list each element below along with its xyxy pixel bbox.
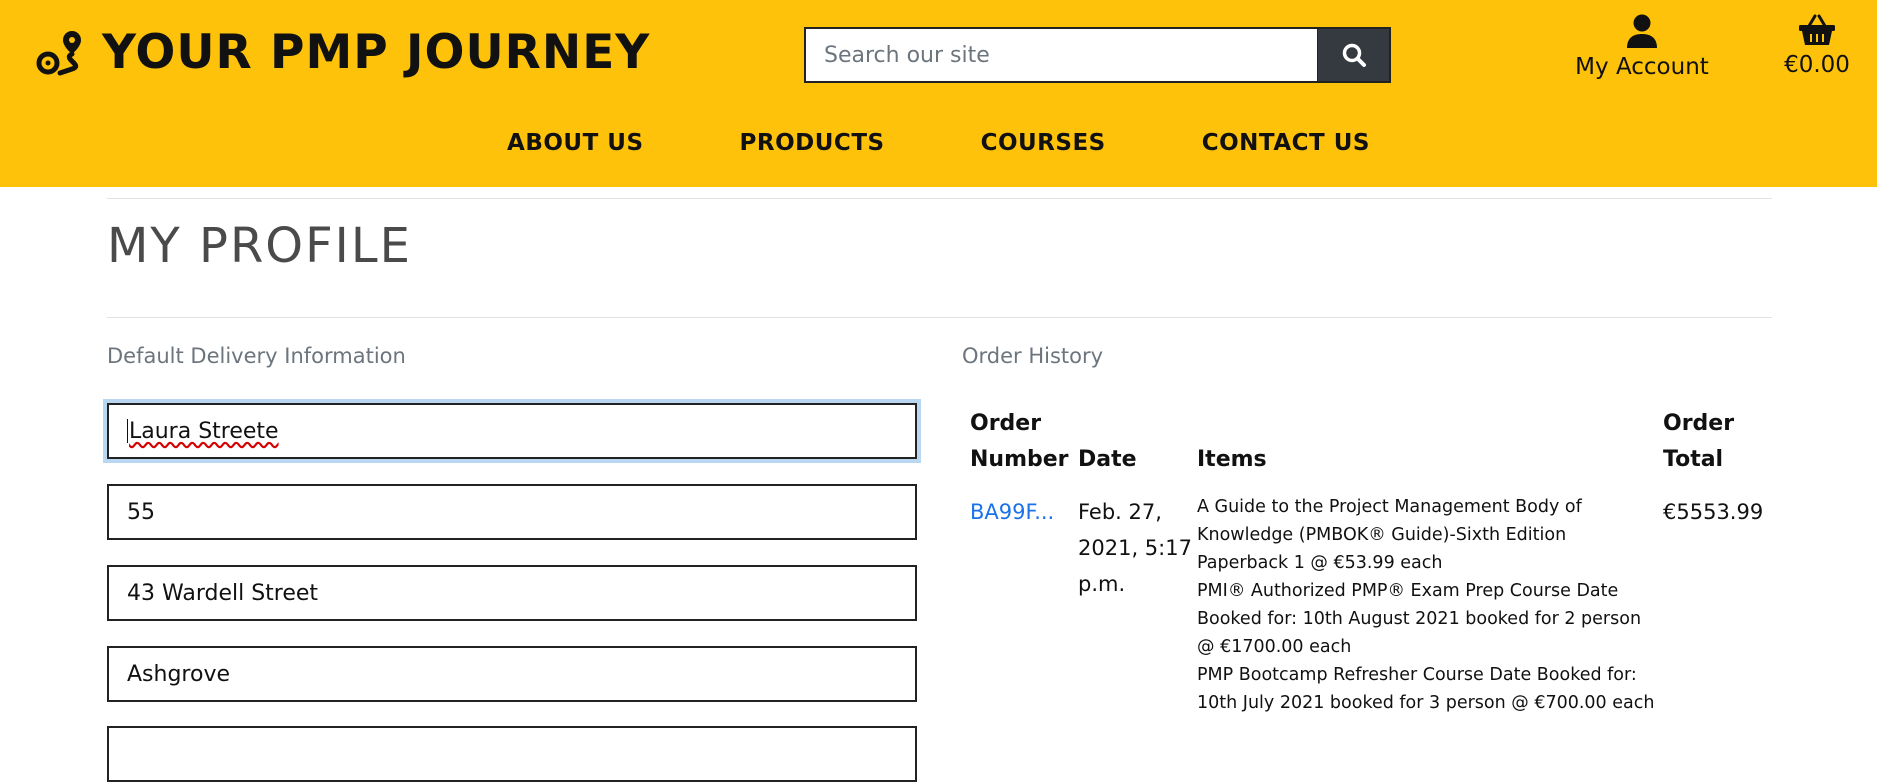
brand-logo[interactable]: YOUR PMP JOURNEY [36, 24, 650, 80]
site-header: YOUR PMP JOURNEY My Account €0.00 ABO [0, 0, 1877, 187]
order-date-line3: p.m. [1078, 572, 1126, 596]
nav-item-courses[interactable]: COURSES [981, 130, 1106, 156]
nav-item-about-us[interactable]: ABOUT US [507, 130, 644, 156]
search-bar [804, 27, 1391, 83]
route-icon [36, 31, 81, 76]
col-order-total-line2: Total [1663, 447, 1724, 472]
brand-name: YOUR PMP JOURNEY [102, 24, 651, 80]
search-input[interactable] [806, 29, 1317, 81]
phone-number-field[interactable] [107, 484, 917, 540]
main-nav: ABOUT US PRODUCTS COURSES CONTACT US [0, 118, 1877, 168]
table-row: BA99F... [970, 494, 1054, 530]
full-name-field[interactable]: Laura Streete [107, 403, 917, 459]
next-field[interactable] [107, 726, 917, 782]
col-order-number: Order Number [970, 406, 1069, 478]
full-name-value: Laura Streete [129, 418, 279, 444]
nav-item-products[interactable]: PRODUCTS [740, 130, 885, 156]
street-address-field[interactable] [107, 565, 917, 621]
order-item-line: PMP Bootcamp Refresher Course Date Booke… [1197, 665, 1637, 685]
search-icon [1342, 43, 1366, 67]
order-items: A Guide to the Project Management Body o… [1197, 493, 1657, 717]
col-order-number-line2: Number [970, 447, 1069, 472]
order-date-line1: Feb. 27, [1078, 500, 1162, 524]
order-item-line: A Guide to the Project Management Body o… [1197, 497, 1582, 517]
cart-total: €0.00 [1784, 52, 1850, 78]
order-item-line: Booked for: 10th August 2021 booked for … [1197, 609, 1642, 629]
order-total: €5553.99 [1663, 500, 1764, 524]
title-divider [107, 317, 1772, 318]
order-item-line: PMI® Authorized PMP® Exam Prep Course Da… [1197, 581, 1619, 601]
col-order-total-line1: Order [1663, 411, 1735, 436]
cart-link[interactable]: €0.00 [1762, 14, 1872, 78]
order-item-line: @ €1700.00 each [1197, 637, 1352, 657]
order-item-line: Knowledge (PMBOK® Guide)-Sixth Edition [1197, 525, 1567, 545]
basket-icon [1799, 14, 1835, 45]
page-title: MY PROFILE [107, 218, 412, 274]
order-date-line2: 2021, 5:17 [1078, 536, 1192, 560]
top-divider [107, 198, 1772, 199]
user-icon [1627, 14, 1657, 48]
nav-item-contact-us[interactable]: CONTACT US [1202, 130, 1370, 156]
col-items: Items [1197, 447, 1267, 472]
search-button[interactable] [1317, 29, 1389, 81]
order-date: Feb. 27, 2021, 5:17 p.m. [1078, 494, 1192, 602]
order-item-line: 10th July 2021 booked for 3 person @ €70… [1197, 693, 1655, 713]
delivery-heading: Default Delivery Information [107, 344, 406, 368]
my-account-label: My Account [1575, 54, 1709, 80]
order-item-line: Paperback 1 @ €53.99 each [1197, 553, 1443, 573]
my-account-link[interactable]: My Account [1572, 14, 1712, 80]
col-order-number-line1: Order [970, 411, 1042, 436]
col-order-total: Order Total [1663, 406, 1734, 478]
text-cursor [127, 419, 128, 443]
order-number-link[interactable]: BA99F... [970, 500, 1054, 524]
col-date: Date [1078, 447, 1137, 472]
order-history-heading: Order History [962, 344, 1104, 368]
town-field[interactable] [107, 646, 917, 702]
